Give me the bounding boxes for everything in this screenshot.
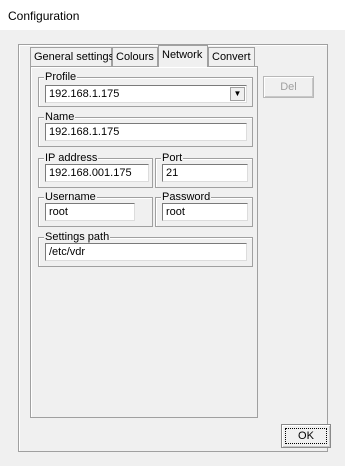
focus-rectangle — [285, 428, 327, 444]
delete-button[interactable]: Del — [263, 76, 314, 98]
password-group: Password root — [155, 190, 253, 227]
password-label: Password — [161, 190, 212, 204]
name-group: Name 192.168.1.175 — [38, 110, 253, 147]
port-field[interactable]: 21 — [162, 164, 248, 182]
title-bar: Configuration — [0, 0, 345, 30]
profile-label: Profile — [44, 70, 78, 84]
window-title: Configuration — [8, 9, 80, 23]
ip-address-label: IP address — [44, 151, 99, 165]
username-group: Username root — [38, 190, 153, 227]
settings-path-label: Settings path — [44, 230, 111, 244]
profile-combobox[interactable]: 192.168.1.175 ▼ — [45, 85, 247, 103]
ip-address-field[interactable]: 192.168.001.175 — [45, 164, 149, 182]
ok-button[interactable]: OK — [281, 424, 331, 448]
profile-value: 192.168.1.175 — [49, 88, 120, 100]
tab-colours[interactable]: Colours — [112, 47, 158, 66]
settings-path-field[interactable]: /etc/vdr — [45, 243, 247, 261]
username-field[interactable]: root — [45, 203, 135, 221]
profile-group: Profile 192.168.1.175 ▼ — [38, 70, 253, 107]
name-field[interactable]: 192.168.1.175 — [45, 123, 247, 141]
configuration-window: Configuration General settings Colours N… — [0, 0, 345, 466]
tab-convert[interactable]: Convert — [208, 47, 255, 66]
port-label: Port — [161, 151, 184, 165]
name-label: Name — [44, 110, 76, 124]
port-group: Port 21 — [155, 151, 253, 188]
settings-path-group: Settings path /etc/vdr — [38, 230, 253, 267]
chevron-down-icon[interactable]: ▼ — [230, 87, 245, 101]
username-label: Username — [44, 190, 97, 204]
tab-network[interactable]: Network — [158, 45, 208, 67]
tab-general-settings[interactable]: General settings — [30, 47, 114, 66]
password-field[interactable]: root — [162, 203, 248, 221]
ip-address-group: IP address 192.168.001.175 — [38, 151, 153, 188]
